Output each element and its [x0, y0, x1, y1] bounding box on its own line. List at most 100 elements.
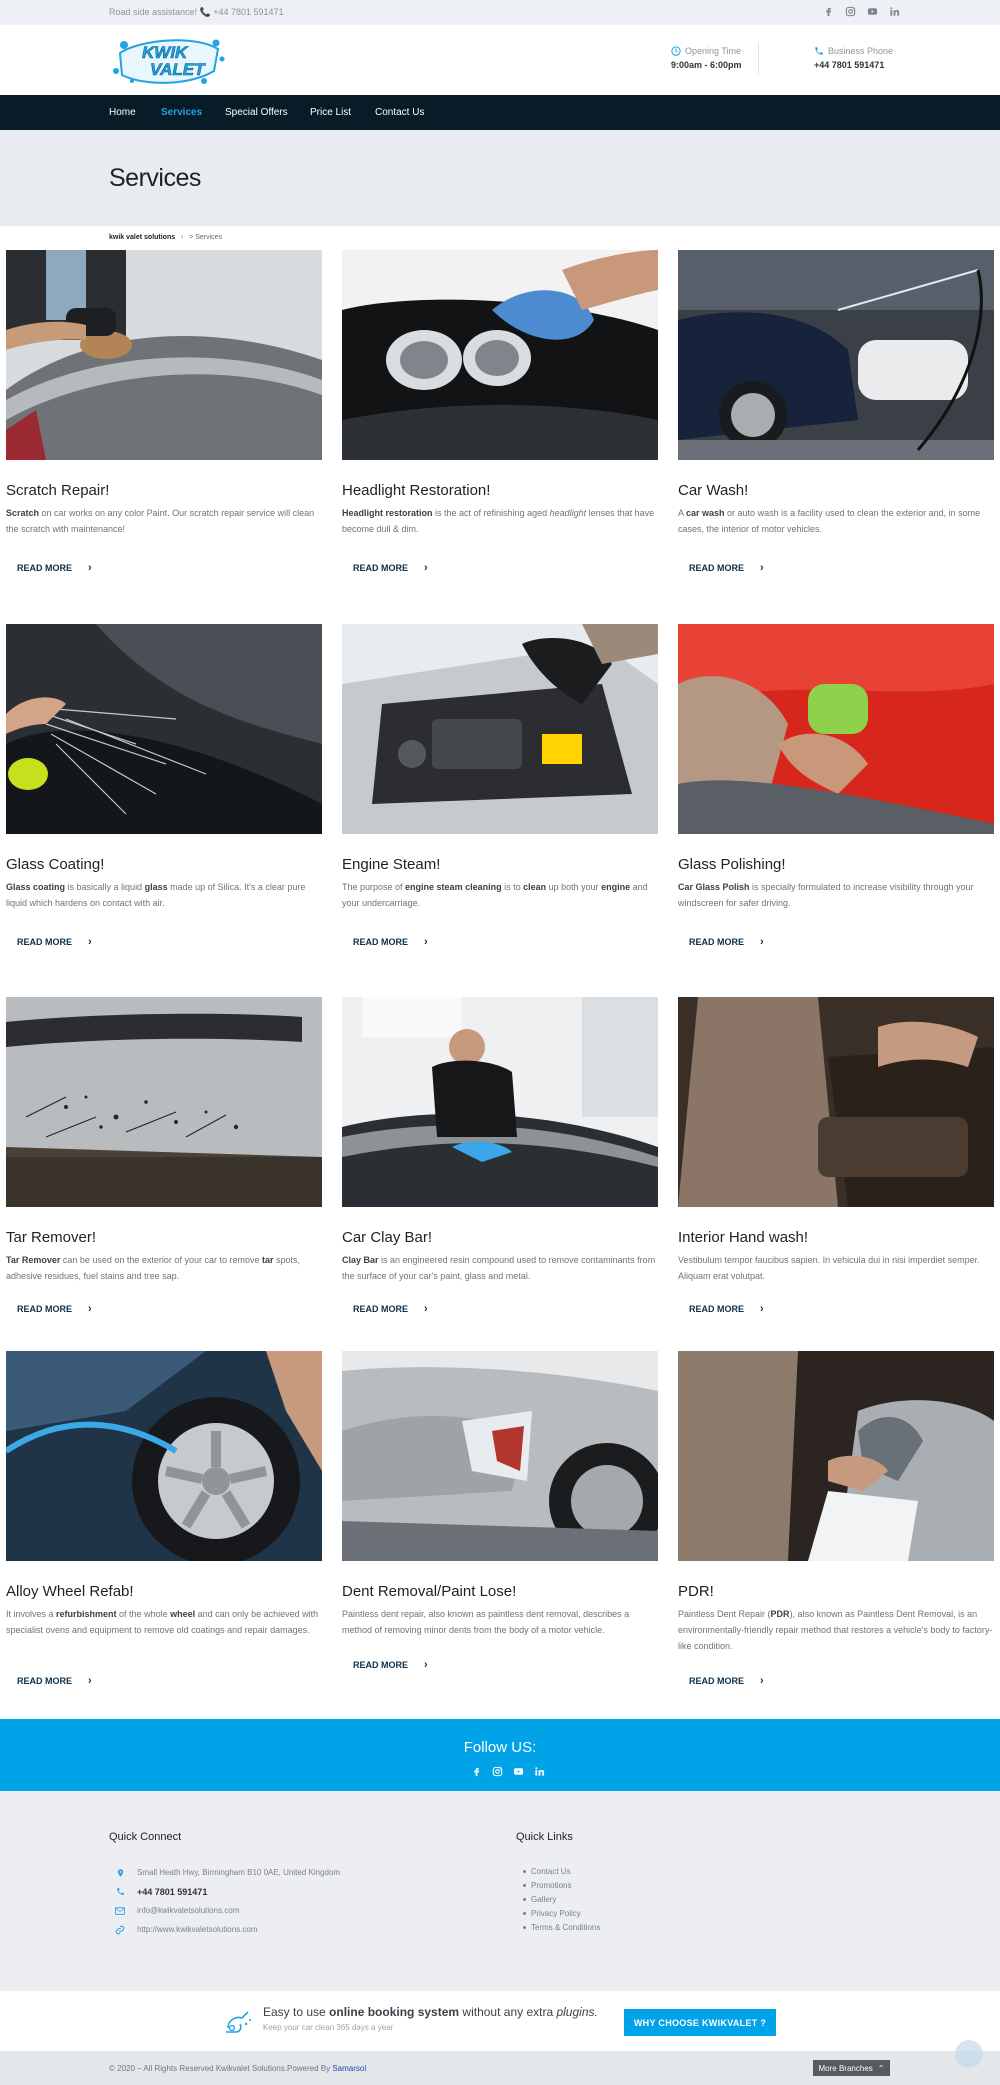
youtube-icon[interactable]: [866, 5, 879, 18]
opening-time-label: Opening Time: [685, 46, 742, 56]
breadcrumb-current: > Services: [189, 234, 223, 241]
nav-contact-us[interactable]: Contact Us: [375, 107, 424, 118]
phone-icon: [115, 1887, 125, 1897]
nav-services[interactable]: Services: [161, 107, 202, 118]
booking-text-bold: online booking system: [329, 2005, 460, 2019]
follow-us-title: Follow US:: [463, 1739, 537, 1756]
linkedin-icon[interactable]: [888, 5, 901, 18]
quick-link-contact-us[interactable]: Contact Us: [523, 1864, 600, 1878]
read-more-label: READ MORE: [17, 1676, 73, 1686]
read-more-link[interactable]: READ MORE ›: [689, 936, 764, 948]
quick-links-list: Contact Us Promotions Gallery Privacy Po…: [523, 1864, 600, 1934]
nav-home[interactable]: Home: [109, 107, 136, 118]
read-more-link[interactable]: READ MORE ›: [353, 936, 428, 948]
service-image-alloy-wheel-refab[interactable]: [6, 1351, 322, 1561]
service-title: Car Clay Bar!: [342, 1229, 433, 1246]
website-text[interactable]: http://www.kwikvaletsolutions.com: [137, 1925, 258, 1934]
booking-subtext: Keep your car clean 365 days a year: [263, 2023, 394, 2032]
quick-link-privacy-policy[interactable]: Privacy Policy: [523, 1906, 600, 1920]
address-text: Small Heath Hwy, Birmingham B10 0AE, Uni…: [137, 1868, 341, 1877]
read-more-link[interactable]: READ MORE ›: [353, 1303, 428, 1315]
service-image-glass-coating[interactable]: [6, 624, 322, 834]
nav-special-offers[interactable]: Special Offers: [225, 107, 288, 118]
service-description: It involves a refurbishment of the whole…: [6, 1609, 319, 1635]
service-description: Headlight restoration is the act of refi…: [342, 508, 655, 534]
service-image-headlight-restoration[interactable]: [342, 250, 658, 460]
why-choose-button[interactable]: WHY CHOOSE KWIKVALET ?: [624, 2009, 776, 2036]
phone-icon: [815, 47, 823, 55]
main-nav: Home Services Special Offers Price List …: [0, 95, 1000, 130]
facebook-icon[interactable]: [470, 1765, 483, 1778]
chevron-right-icon: ›: [760, 1303, 764, 1315]
chevron-right-icon: ›: [760, 1675, 764, 1687]
instagram-icon[interactable]: [491, 1765, 504, 1778]
copyright-label: © 2020 – All Rights Reserved Kwikvalet S…: [109, 2064, 333, 2073]
quick-link-terms-conditions[interactable]: Terms & Conditions: [523, 1920, 600, 1934]
chevron-up-icon: ⌃: [877, 2063, 885, 2073]
kwik-valet-logo[interactable]: KWIK VALET: [106, 31, 232, 87]
follow-us-band: Follow US:: [0, 1719, 1000, 1791]
service-card-glass-coating: Glass Coating! Glass coating is basicall…: [6, 624, 322, 948]
email-row: info@kwikvaletsolutions.com: [115, 1901, 340, 1920]
powered-by-link[interactable]: Samarsol: [332, 2064, 366, 2073]
service-image-engine-steam[interactable]: [342, 624, 658, 834]
opening-time-value: 9:00am - 6:00pm: [671, 60, 742, 70]
chevron-right-icon: ›: [424, 936, 428, 948]
quick-link-promotions[interactable]: Promotions: [523, 1878, 600, 1892]
service-description: A car wash or auto wash is a facility us…: [678, 508, 981, 534]
service-image-tar-remover[interactable]: [6, 997, 322, 1207]
read-more-link[interactable]: READ MORE ›: [17, 1303, 92, 1315]
read-more-label: READ MORE: [689, 563, 745, 573]
service-image-car-wash[interactable]: [678, 250, 994, 460]
top-social-links: [822, 5, 901, 18]
service-image-dent-removal[interactable]: [342, 1351, 658, 1561]
car-wash-icon: [226, 2011, 251, 2033]
link-icon: [115, 1925, 125, 1935]
phone-text[interactable]: +44 7801 591471: [137, 1887, 207, 1897]
service-title: PDR!: [678, 1583, 714, 1600]
read-more-link[interactable]: READ MORE ›: [17, 936, 92, 948]
quick-link-gallery[interactable]: Gallery: [523, 1892, 600, 1906]
read-more-link[interactable]: READ MORE ›: [689, 1675, 764, 1687]
scroll-to-top-button[interactable]: [955, 2040, 983, 2068]
more-branches-button[interactable]: More Branches ⌃: [813, 2060, 890, 2076]
service-image-scratch-repair[interactable]: [6, 250, 322, 460]
facebook-icon[interactable]: [822, 5, 835, 18]
business-phone-value[interactable]: +44 7801 591471: [814, 60, 893, 70]
service-image-pdr[interactable]: [678, 1351, 994, 1561]
chevron-right-icon: ›: [88, 936, 92, 948]
service-image-car-clay-bar[interactable]: [342, 997, 658, 1207]
chevron-right-icon: ›: [424, 1303, 428, 1315]
breadcrumb-home-link[interactable]: kwik valet solutions: [109, 234, 175, 241]
read-more-link[interactable]: READ MORE ›: [17, 1675, 92, 1687]
breadcrumb-separator: ›: [180, 234, 184, 241]
service-image-interior-hand-wash[interactable]: [678, 997, 994, 1207]
business-phone-block: Business Phone +44 7801 591471: [814, 46, 893, 70]
service-card-interior-hand-wash: Interior Hand wash! Vestibulum tempor fa…: [678, 997, 994, 1315]
youtube-icon[interactable]: [512, 1765, 525, 1778]
read-more-label: READ MORE: [353, 563, 409, 573]
read-more-link[interactable]: READ MORE ›: [353, 1659, 428, 1671]
copyright-text: © 2020 – All Rights Reserved Kwikvalet S…: [109, 2064, 366, 2073]
booking-text-pre: Easy to use: [263, 2005, 330, 2019]
instagram-icon[interactable]: [844, 5, 857, 18]
booking-text-italic: plugins.: [556, 2005, 598, 2019]
read-more-label: READ MORE: [689, 1304, 745, 1314]
nav-price-list[interactable]: Price List: [310, 107, 351, 118]
read-more-link[interactable]: READ MORE ›: [353, 562, 428, 574]
read-more-link[interactable]: READ MORE ›: [689, 1303, 764, 1315]
chevron-right-icon: ›: [88, 562, 92, 574]
email-text[interactable]: info@kwikvaletsolutions.com: [137, 1906, 239, 1915]
read-more-link[interactable]: READ MORE ›: [689, 562, 764, 574]
booking-headline: Easy to use online booking system withou…: [263, 2005, 598, 2019]
service-image-glass-polishing[interactable]: [678, 624, 994, 834]
chevron-right-icon: ›: [760, 562, 764, 574]
read-more-link[interactable]: READ MORE ›: [17, 562, 92, 574]
linkedin-icon[interactable]: [533, 1765, 546, 1778]
service-description: Paintless dent repair, also known as pai…: [342, 1609, 630, 1635]
opening-time-block: Opening Time 9:00am - 6:00pm: [671, 46, 742, 70]
service-card-tar-remover: Tar Remover! Tar Remover can be used on …: [6, 997, 322, 1315]
service-description: Tar Remover can be used on the exterior …: [6, 1255, 300, 1281]
chevron-right-icon: ›: [760, 936, 764, 948]
service-card-pdr: PDR! Paintless Dent Repair (PDR), also k…: [678, 1351, 994, 1687]
